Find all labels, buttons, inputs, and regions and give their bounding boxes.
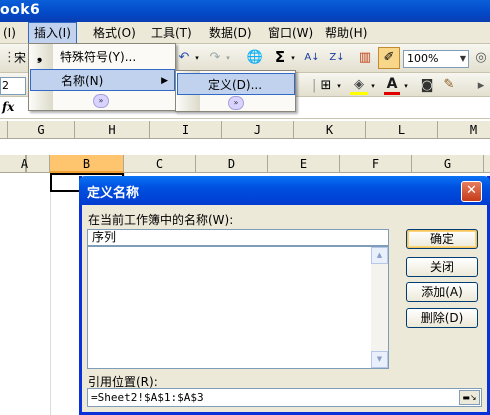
column-header-row-top: G H I J K L M [0,121,490,139]
column-header-f[interactable]: F [340,155,412,173]
font-color-icon[interactable]: A [384,76,400,95]
menu-data[interactable]: 数据(D) [204,22,257,44]
column-header-row-bottom: A B C D E F G [0,155,490,173]
gridline [50,173,51,415]
names-in-workbook-label: 在当前工作簿中的名称(W): [88,213,234,227]
sheet-gap [0,139,490,155]
column-header-i[interactable]: I [150,121,222,139]
menu-item-label: 特殊符号(Y)... [60,50,137,64]
help-icon[interactable]: ◎ [474,50,488,66]
borders-icon[interactable]: ⊞ [318,78,334,94]
undo-dropdown-icon[interactable]: ▾ [193,50,201,66]
column-header-e[interactable]: E [268,155,340,173]
menu-bar: (I) 插入(I) 格式(O) 工具(T) 数据(D) 窗口(W) 帮助(H) [0,22,490,44]
column-header-d[interactable]: D [196,155,268,173]
names-list-scrollbar[interactable] [371,247,388,368]
fx-icon[interactable]: fx [2,100,14,114]
dialog-title-bar: 定义名称 [79,176,490,205]
chart-wizard-icon[interactable]: ▥ [356,50,374,66]
toolbar-separator-icon: ⋮ [3,50,16,65]
toolbar-options-icon[interactable]: ▸ [474,78,488,94]
fill-color-dropdown-icon[interactable]: ▾ [369,78,377,94]
expand-menu-icon[interactable]: » [93,94,109,108]
borders-dropdown-icon[interactable]: ▾ [335,78,343,94]
column-header-partial [0,121,8,139]
refers-to-input[interactable]: =Sheet2!$A$1:$A$3 [87,388,482,407]
undo-icon[interactable]: ↶ [176,50,192,66]
window-title: ook6 [0,2,41,18]
drawing-icon[interactable]: ✐ [378,47,400,69]
collapse-dialog-icon[interactable]: ▬↘ [459,390,480,405]
delete-button[interactable]: 删除(D) [406,308,478,328]
column-header-k[interactable]: K [294,121,366,139]
menu-item-label: 定义(D)... [208,78,263,92]
camera-icon[interactable]: ◙ [418,78,436,94]
sort-descending-icon[interactable]: Z↓ [328,50,346,66]
submenu-arrow-icon: ▶ [161,76,168,86]
autosum-dropdown-icon[interactable]: ▾ [289,50,297,66]
expand-menu-icon[interactable]: » [228,96,244,110]
special-symbol-icon: ❟ [37,49,43,64]
toolbar-separator-icon-2: | [312,78,317,93]
menu-item-define[interactable]: 定义(D)... [177,73,295,95]
menu-item-name[interactable]: 名称(N) ▶ [30,69,175,91]
redo-dropdown-icon[interactable]: ▾ [224,50,232,66]
add-button[interactable]: 添加(A) [406,282,478,302]
insert-menu: ❟ 特殊符号(Y)... 名称(N) ▶ » [28,43,176,111]
scroll-down-icon[interactable]: ▼ [371,351,388,368]
menu-insert[interactable]: 插入(I) [28,22,77,44]
dialog-title: 定义名称 [87,186,140,201]
column-header-l[interactable]: L [366,121,438,139]
fill-color-icon[interactable]: ◈ [350,77,368,95]
zoom-dropdown-icon[interactable]: ▼ [458,51,468,67]
name-submenu: 定义(D)... » [175,70,296,112]
column-header-a[interactable]: A [0,155,50,173]
format-painter-icon[interactable]: ✎ [440,77,458,93]
font-color-dropdown-icon[interactable]: ▾ [402,78,410,94]
redo-icon[interactable]: ↷ [207,50,223,66]
menu-item-label: 名称(N) [61,74,104,88]
column-header-b[interactable]: B [50,155,124,173]
names-list[interactable] [87,246,389,369]
menu-window[interactable]: 窗口(W) [263,22,318,44]
column-header-g-top[interactable]: G [8,121,75,139]
column-header-h[interactable]: H [75,121,150,139]
column-header-j[interactable]: J [222,121,294,139]
hyperlink-icon[interactable]: 🌐 [246,50,264,66]
column-header-m[interactable]: M [438,121,490,139]
ok-button[interactable]: 确定 [406,229,478,249]
sort-ascending-icon[interactable]: A↓ [303,50,321,66]
font-size-box[interactable]: 2 [0,77,26,95]
menu-item-special-symbol[interactable]: ❟ 特殊符号(Y)... [30,46,174,68]
font-partial-label: 宋 [14,51,27,65]
name-input[interactable]: 序列 [87,229,389,246]
column-header-c[interactable]: C [124,155,196,173]
dialog-close-button[interactable]: ✕ [461,181,482,202]
scroll-up-icon[interactable]: ▲ [371,247,388,264]
menu-view-partial[interactable]: (I) [0,22,21,44]
close-button[interactable]: 关闭 [406,257,478,277]
menu-format[interactable]: 格式(O) [88,22,141,44]
menu-help[interactable]: 帮助(H) [320,22,372,44]
title-bar: ook6 [0,0,490,22]
column-header-g-bottom[interactable]: G [412,155,484,173]
autosum-icon[interactable]: Σ [272,49,288,65]
menu-tools[interactable]: 工具(T) [146,22,197,44]
